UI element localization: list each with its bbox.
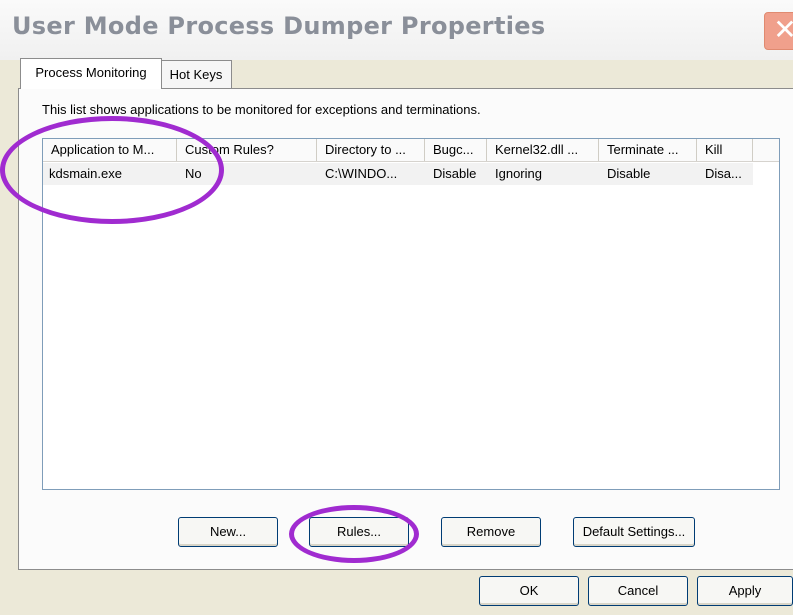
cell-directory: C:\WINDO... [325,166,398,181]
window-title: User Mode Process Dumper Properties [12,12,546,40]
ok-button[interactable]: OK [479,576,579,606]
list-header: Application to M... Custom Rules? Direct… [43,139,779,162]
column-header-custom-rules[interactable]: Custom Rules? [177,139,317,161]
title-bar: User Mode Process Dumper Properties ✕ [0,0,793,60]
cell-kill: Disa... [705,166,742,181]
column-header-bugcheck[interactable]: Bugc... [425,139,487,161]
close-icon: ✕ [773,13,793,46]
cell-kernel32: Ignoring [495,166,542,181]
column-header-kill[interactable]: Kill [697,139,753,161]
application-list[interactable]: Application to M... Custom Rules? Direct… [42,138,780,490]
tab-hot-keys[interactable]: Hot Keys [160,60,232,89]
cell-application: kdsmain.exe [49,166,122,181]
cancel-button[interactable]: Cancel [588,576,688,606]
apply-button[interactable]: Apply [697,576,793,606]
cell-terminate: Disable [607,166,651,181]
cell-bugcheck: Disable [433,166,477,181]
tab-process-monitoring[interactable]: Process Monitoring [20,58,162,89]
description-text: This list shows applications to be monit… [42,102,481,117]
remove-button[interactable]: Remove [441,517,541,547]
column-header-kernel32[interactable]: Kernel32.dll ... [487,139,599,161]
new-button[interactable]: New... [178,517,278,547]
column-header-terminate[interactable]: Terminate ... [599,139,697,161]
column-header-application[interactable]: Application to M... [43,139,177,161]
list-item[interactable]: kdsmain.exe No C:\WINDO... Disable Ignor… [43,163,753,185]
cell-custom-rules: No [185,166,202,181]
rules-button[interactable]: Rules... [309,517,409,547]
close-button[interactable]: ✕ [764,12,793,50]
default-settings-button[interactable]: Default Settings... [573,517,695,547]
column-header-directory[interactable]: Directory to ... [317,139,425,161]
